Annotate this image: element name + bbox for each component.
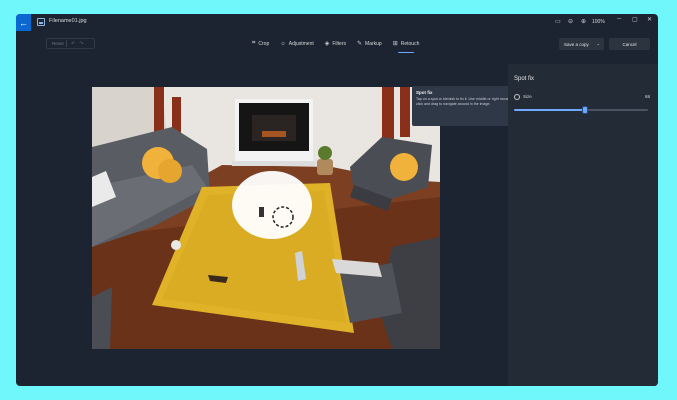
image-file-icon <box>37 18 45 26</box>
zoom-out-icon[interactable]: ⊖ <box>568 18 573 26</box>
minimize-icon[interactable]: ─ <box>617 16 621 22</box>
tab-adjustment[interactable]: ☼ Adjustment <box>280 40 314 47</box>
size-slider-fill <box>514 109 586 111</box>
tab-crop-label: Crop <box>258 40 270 47</box>
tab-markup[interactable]: ✎ Markup <box>357 40 382 48</box>
size-value: 68 <box>644 94 650 99</box>
back-button[interactable]: ← <box>16 14 31 31</box>
tab-retouch[interactable]: ⊞ Retouch <box>392 40 420 53</box>
filter-icon: ◈ <box>324 41 330 47</box>
tab-filters[interactable]: ◈ Filters <box>324 40 346 48</box>
tab-retouch-label: Retouch <box>400 40 420 47</box>
size-slider[interactable] <box>514 106 648 114</box>
retouch-side-panel: Spot fix Size 68 <box>508 64 658 386</box>
pen-icon: ✎ <box>357 41 363 47</box>
brush-size-icon <box>514 94 520 100</box>
crop-icon: ⌗ <box>252 40 256 46</box>
undo-icon[interactable]: ↶ <box>71 41 75 47</box>
cancel-button[interactable]: Cancel <box>609 38 650 50</box>
edited-photo[interactable] <box>92 87 440 349</box>
back-arrow-icon: ← <box>19 17 28 28</box>
spot-fix-tooltip: Spot fix Tap on a spot or blemish to fix… <box>412 86 520 126</box>
reset-button[interactable]: Reset <box>47 41 66 46</box>
chevron-down-icon: ⌄ <box>596 41 600 46</box>
retouch-icon: ⊞ <box>392 41 398 47</box>
tab-markup-label: Markup <box>365 40 382 47</box>
sun-icon: ☼ <box>280 40 286 47</box>
tooltip-body: Tap on a spot or blemish to fix it. Use … <box>416 97 511 106</box>
frame-icon[interactable]: ▭ <box>555 18 561 26</box>
zoom-level: 100% <box>592 19 605 25</box>
panel-title: Spot fix <box>514 76 535 82</box>
zoom-in-icon[interactable]: ⊕ <box>581 18 586 26</box>
tooltip-title: Spot fix <box>416 90 433 95</box>
tab-adjustment-label: Adjustment <box>288 40 314 47</box>
tab-filters-label: Filters <box>332 40 346 47</box>
living-room-photo <box>92 87 440 349</box>
title-bar: ← Filename01.jpg ▭ ⊖ ⊕ 100% ─ ▢ ✕ <box>16 14 658 31</box>
reset-undo-group: Reset ↶ ↷ <box>46 38 95 49</box>
save-copy-button[interactable]: Save a copy ⌄ <box>559 38 604 50</box>
divider <box>66 40 67 47</box>
tool-tabs: ⌗ Crop ☼ Adjustment ◈ Filters ✎ Markup ⊞… <box>252 40 420 53</box>
redo-icon[interactable]: ↷ <box>79 41 83 47</box>
maximize-icon[interactable]: ▢ <box>632 16 638 23</box>
save-copy-label: Save a copy <box>564 41 589 47</box>
close-icon[interactable]: ✕ <box>647 16 652 23</box>
tab-crop[interactable]: ⌗ Crop <box>252 40 269 47</box>
size-label: Size <box>523 94 532 99</box>
photos-app-window: ← Filename01.jpg ▭ ⊖ ⊕ 100% ─ ▢ ✕ Reset … <box>16 14 658 386</box>
edit-toolbar: Reset ↶ ↷ ⌗ Crop ☼ Adjustment ◈ Filters … <box>16 31 658 61</box>
file-name: Filename01.jpg <box>49 18 87 24</box>
size-slider-thumb[interactable] <box>582 106 589 114</box>
